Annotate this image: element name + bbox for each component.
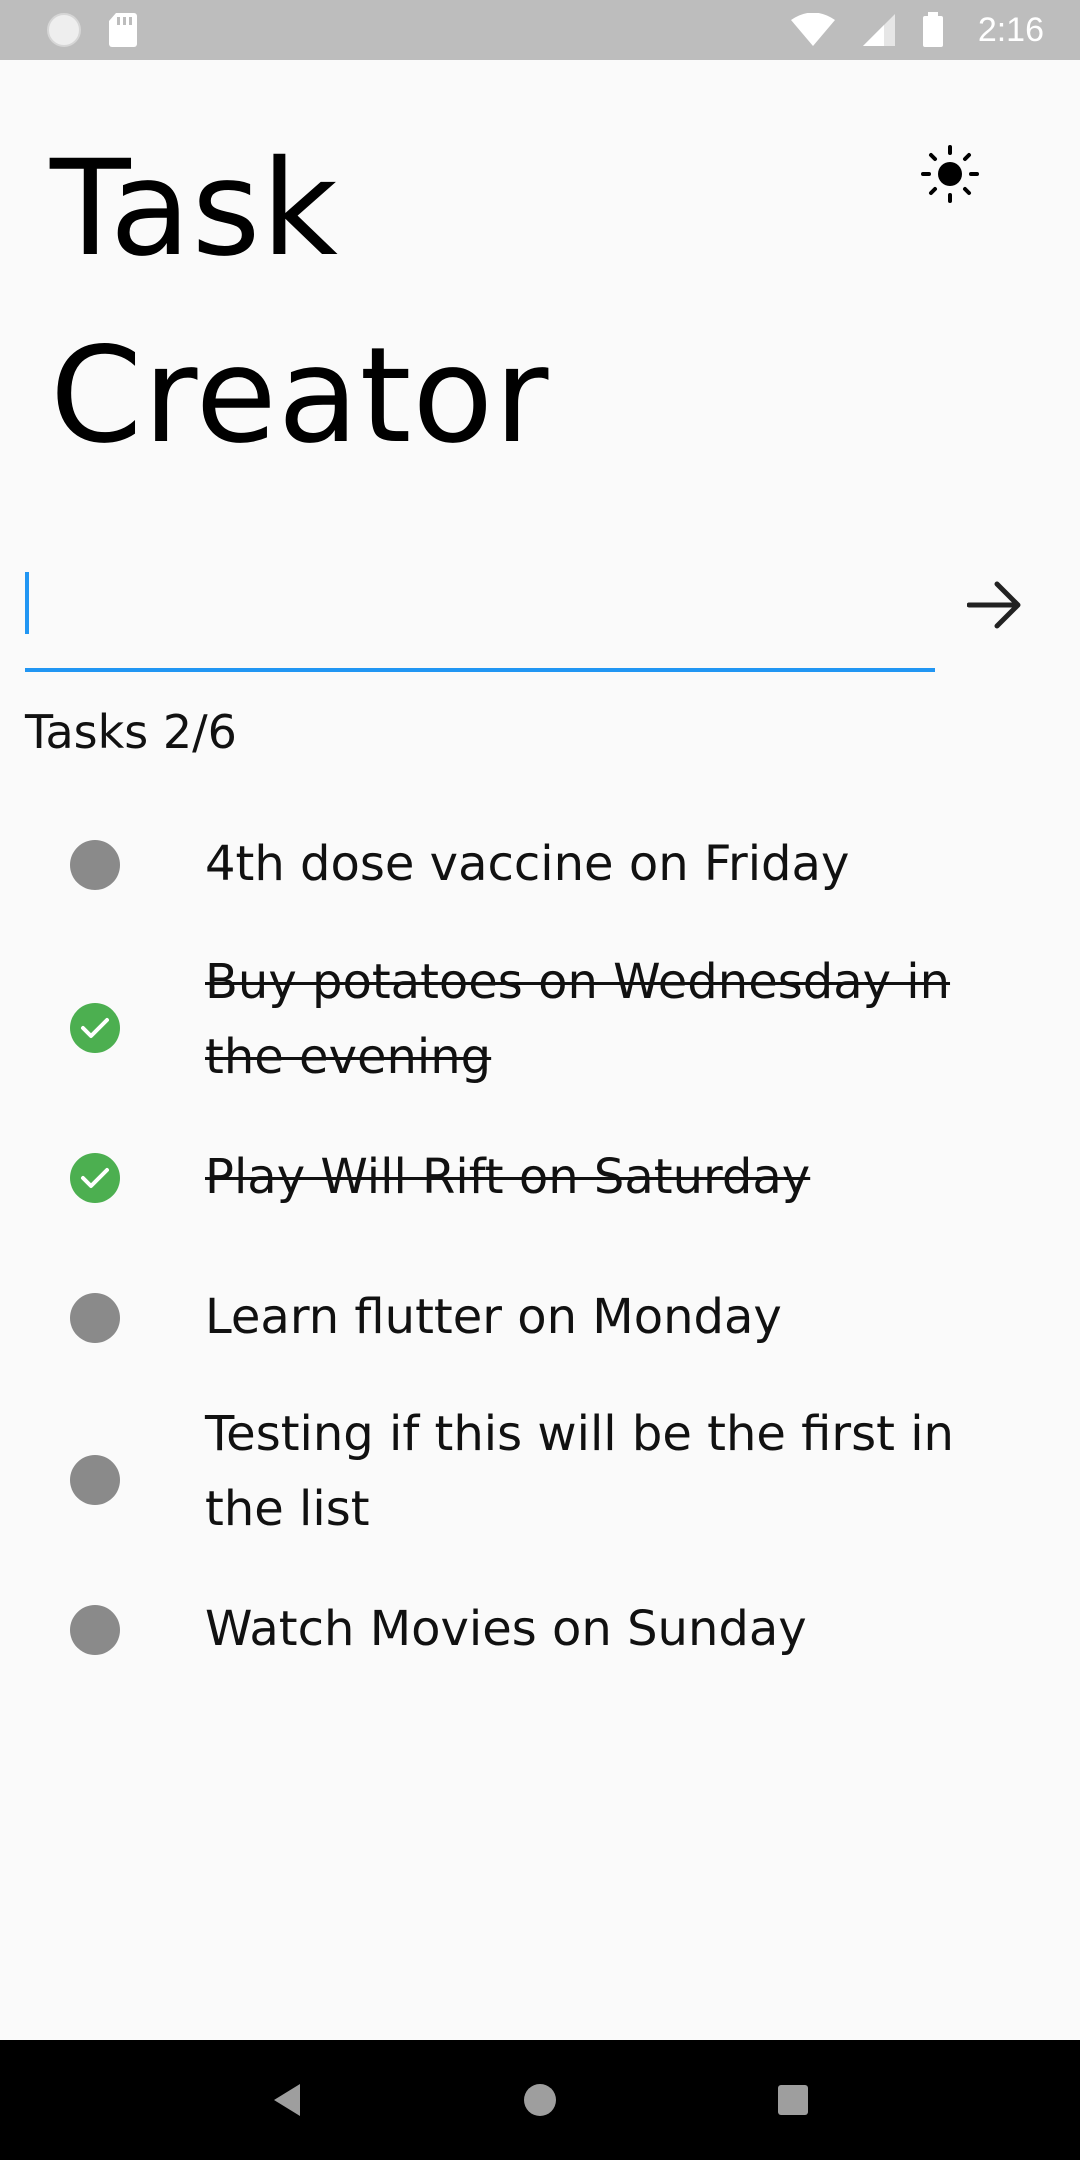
task-text: 4th dose vaccine on Friday xyxy=(205,836,850,892)
status-time: 2:16 xyxy=(977,10,1044,49)
navigation-bar xyxy=(0,2040,1080,2160)
page-title-line-1: Task xyxy=(50,132,339,286)
task-input-wrapper xyxy=(25,560,935,672)
back-icon xyxy=(273,2084,300,2116)
pending-circle-icon[interactable] xyxy=(70,1605,120,1655)
submit-task-button[interactable] xyxy=(955,565,1035,645)
task-text: Learn flutter on Monday xyxy=(205,1289,782,1345)
wifi-icon xyxy=(790,13,835,46)
signal-icon xyxy=(862,14,895,46)
text-caret xyxy=(25,572,29,634)
recents-button[interactable] xyxy=(753,2060,833,2140)
task-input[interactable] xyxy=(25,560,935,668)
sun-icon xyxy=(921,145,979,203)
page-title-line-2: Creator xyxy=(50,319,550,473)
tasks-count: Tasks 2/6 xyxy=(25,705,237,759)
check-circle-icon[interactable] xyxy=(70,1003,120,1053)
recents-icon xyxy=(778,2085,809,2115)
pending-circle-icon[interactable] xyxy=(70,840,120,890)
task-text: Testing if this will be the first in the… xyxy=(205,1406,954,1537)
circle-icon xyxy=(47,13,81,47)
pending-circle-icon[interactable] xyxy=(70,1293,120,1343)
task-text: Play Will Rift on Saturday xyxy=(205,1149,811,1205)
home-button[interactable] xyxy=(500,2060,580,2140)
status-left xyxy=(46,12,138,48)
check-circle-icon[interactable] xyxy=(70,1153,120,1203)
task-text: Watch Movies on Sunday xyxy=(205,1601,807,1657)
status-bar: 2:16 xyxy=(0,0,1080,60)
arrow-right-icon xyxy=(967,581,1021,629)
back-button[interactable] xyxy=(247,2060,327,2140)
battery-icon xyxy=(922,12,943,47)
sd-card-icon xyxy=(109,13,137,47)
theme-toggle-button[interactable] xyxy=(916,140,984,208)
status-right: 2:16 xyxy=(790,11,1044,50)
task-text: Buy potatoes on Wednesday in the evening xyxy=(205,954,951,1085)
pending-circle-icon[interactable] xyxy=(70,1455,120,1505)
home-icon xyxy=(523,2084,556,2116)
